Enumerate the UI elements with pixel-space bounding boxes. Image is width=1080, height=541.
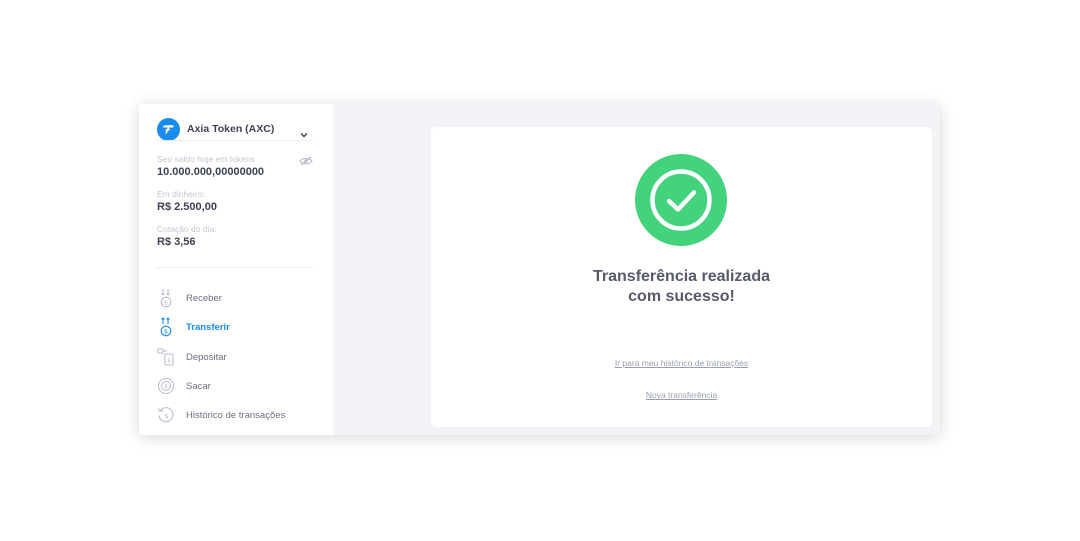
success-check-icon [635,154,727,246]
cash-balance-label: Em dinheiro: [157,189,205,199]
svg-text:$: $ [164,299,168,307]
transfer-result-card: Transferência realizada com sucesso! Ir … [431,127,932,427]
nav-item-label: Depositar [186,351,227,363]
nav-item-label: Receber [186,292,222,304]
divider [157,140,313,141]
cash-balance-value: R$ 2.500,00 [157,201,217,213]
svg-text:$: $ [164,328,168,336]
transfer-icon: $ [157,316,175,338]
deposit-icon: $ [157,346,175,368]
app-window: Axia Token (AXC) Seu saldo hoje em token… [139,104,940,435]
nav-item-receive[interactable]: $ Receber [157,286,317,310]
nav-item-transfer[interactable]: $ Transferir [157,315,317,339]
history-icon: $ [157,404,175,426]
nav-item-label: Transferir [186,321,230,333]
tokens-balance-value: 10.000.000,00000000 [157,166,265,178]
success-title: Transferência realizada com sucesso! [593,268,770,305]
sidebar: Axia Token (AXC) Seu saldo hoje em token… [139,104,333,435]
token-name: Axia Token (AXC) [187,123,275,135]
daily-rate-value: R$ 3,56 [157,236,196,248]
axia-logo-icon [157,117,180,141]
svg-text:$: $ [164,383,168,390]
hide-balance-icon[interactable] [299,153,313,171]
nav-item-history[interactable]: $ Histórico de transações [157,403,317,427]
divider [157,267,313,268]
nav-item-label: Sacar [186,380,211,392]
daily-rate-label: Cotação do dia: [157,224,217,234]
receive-icon: $ [157,287,175,309]
withdraw-icon: $ [157,375,175,397]
tokens-balance-label: Seu saldo hoje em tokens [157,154,255,164]
svg-text:$: $ [167,358,171,365]
nav-item-withdraw[interactable]: $ Sacar [157,374,317,398]
new-transfer-link[interactable]: Nova transferência [431,390,932,400]
transaction-history-link[interactable]: Ir para meu histórico de transações [431,358,932,368]
nav-item-deposit[interactable]: $ Depositar [157,345,317,369]
svg-text:$: $ [164,412,168,420]
nav-item-label: Histórico de transações [186,409,286,421]
